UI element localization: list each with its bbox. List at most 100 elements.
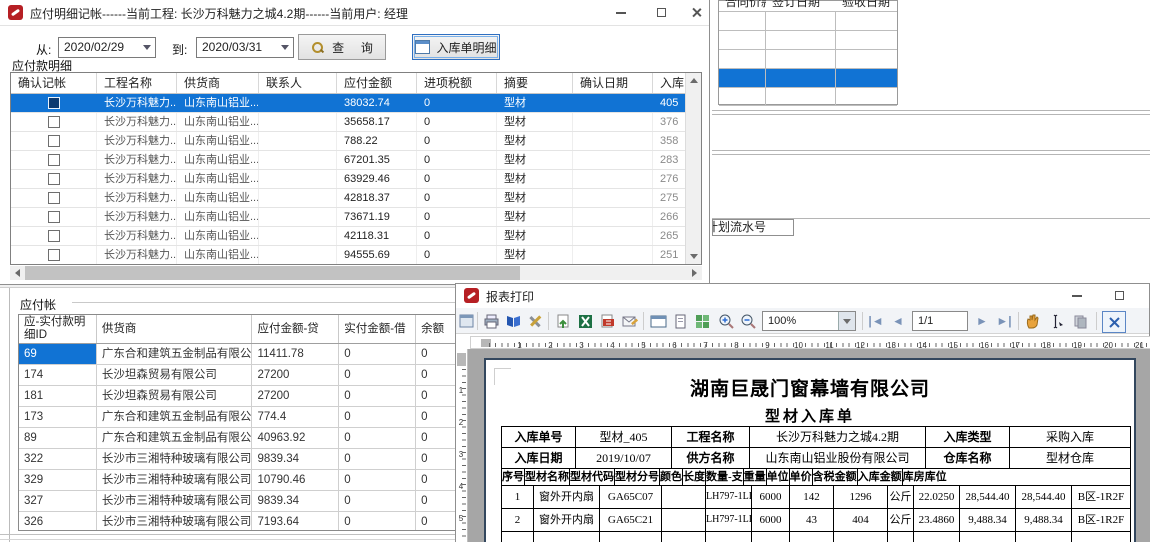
close-button[interactable] (683, 4, 709, 21)
hand-pan-icon[interactable] (1022, 311, 1042, 331)
multi-page-view-icon[interactable] (692, 311, 712, 331)
table-row[interactable]: 329 长沙市三湘特种玻璃有限公司 10790.46 0 0 (19, 470, 455, 491)
table-row[interactable]: 长沙万科魅力... 山东南山铝业... 42818.37 0 型材 275 (11, 189, 688, 208)
summary-cell: 型材 (497, 208, 573, 226)
table-row[interactable]: 长沙万科魅力... 山东南山铝业... 42118.31 0 型材 265 (11, 227, 688, 246)
maximize-button[interactable] (648, 4, 674, 21)
table-row[interactable]: 长沙万科魅力... 山东南山铝业... 73671.19 0 型材 266 (11, 208, 688, 227)
column-header[interactable]: 进项税额 (417, 73, 497, 93)
column-header[interactable]: 应-实付款明细ID (19, 315, 97, 343)
column-header[interactable]: 应付金额-贷 (252, 315, 339, 343)
table-row[interactable] (719, 11, 897, 30)
column-header[interactable]: 供货商 (177, 73, 259, 93)
export-icon[interactable] (553, 311, 573, 331)
previous-page-button[interactable]: ◄ (888, 311, 908, 331)
checkbox[interactable] (48, 173, 60, 185)
table-row[interactable]: 322 长沙市三湘特种玻璃有限公司 9839.34 0 0 (19, 449, 455, 470)
contract-col-header[interactable]: 验收日期 (836, 0, 897, 10)
next-page-button[interactable]: ► (972, 311, 992, 331)
info-label: 入库单号 (502, 427, 576, 447)
table-row[interactable]: 89 广东合和建筑五金制品有限公司 40963.92 0 0 (19, 428, 455, 449)
last-page-button[interactable]: ►| (994, 311, 1014, 331)
checkbox[interactable] (48, 154, 60, 166)
confirm-cell (11, 246, 97, 264)
column-header[interactable]: 工程名称 (97, 73, 177, 93)
minimize-button[interactable] (1064, 287, 1090, 304)
vertical-scrollbar[interactable] (685, 73, 701, 264)
table-row[interactable]: 长沙万科魅力... 山东南山铝业... 788.22 0 型材 358 (11, 132, 688, 151)
first-page-button[interactable]: |◄ (866, 311, 886, 331)
page-number-box[interactable]: 1/1 (912, 311, 968, 331)
table-row[interactable]: 326 长沙市三湘特种玻璃有限公司 7193.64 0 0 (19, 512, 455, 531)
table-row[interactable]: 长沙万科魅力... 山东南山铝业... 67201.35 0 型材 283 (11, 151, 688, 170)
table-row[interactable] (719, 49, 897, 68)
checkbox[interactable] (48, 211, 60, 223)
debit-cell: 0 (339, 365, 416, 385)
zoom-level-combobox[interactable]: 100% (762, 311, 856, 331)
scroll-down-arrow[interactable] (686, 249, 701, 264)
payable-detail-window: 应付明细记帐------当前工程: 长沙万科魅力之城4.2期------当前用户… (0, 0, 710, 285)
table-row[interactable]: 长沙万科魅力... 山东南山铝业... 94555.69 0 型材 251 (11, 246, 688, 265)
column-header[interactable]: 供货商 (97, 315, 253, 343)
zoom-out-icon[interactable] (738, 311, 758, 331)
scrollbar-thumb[interactable] (25, 266, 520, 280)
export-pdf-icon[interactable] (597, 311, 617, 331)
column-header[interactable]: 确认记帐 (11, 73, 97, 93)
close-preview-button[interactable] (1102, 311, 1126, 333)
scroll-up-arrow[interactable] (686, 73, 701, 88)
page-setup-book-icon[interactable] (503, 311, 523, 331)
horizontal-scrollbar[interactable] (10, 266, 702, 280)
column-header[interactable]: 实付金额-借 (339, 315, 416, 343)
column-header[interactable]: 确认日期 (573, 73, 653, 93)
column-header[interactable]: 联系人 (259, 73, 337, 93)
column-header[interactable]: 入库 (653, 73, 688, 93)
export-excel-icon[interactable] (575, 311, 595, 331)
inbound-cell: 275 (653, 189, 688, 207)
single-page-view-icon[interactable] (670, 311, 690, 331)
table-row[interactable]: 181 长沙坦森贸易有限公司 27200 0 0 (19, 386, 455, 407)
column-header[interactable]: 余额 (416, 315, 455, 343)
table-row[interactable]: 174 长沙坦森贸易有限公司 27200 0 0 (19, 365, 455, 386)
window-icon (415, 40, 430, 54)
inbound-detail-button[interactable]: 入库单明细 (412, 34, 500, 60)
table-row[interactable]: 327 长沙市三湘特种玻璃有限公司 9839.34 0 0 (19, 491, 455, 512)
print-preview-area[interactable]: 123456 湖南巨晟门窗幕墙有限公司 型材入库单 入库单号 型材_405 (456, 349, 1150, 542)
minimize-button[interactable] (608, 4, 634, 21)
chevron-down-icon[interactable] (838, 312, 855, 330)
zoom-in-icon[interactable] (716, 311, 736, 331)
contract-col-header[interactable]: 签订日期 (766, 0, 836, 10)
checkbox[interactable] (48, 249, 60, 261)
scroll-left-arrow[interactable] (10, 266, 25, 280)
copy-pages-icon[interactable] (1070, 311, 1090, 331)
table-row[interactable] (719, 87, 897, 106)
print-icon[interactable] (481, 311, 501, 331)
column-header[interactable]: 应付金额 (337, 73, 417, 93)
page-width-view-icon[interactable] (648, 311, 668, 331)
send-mail-icon[interactable] (619, 311, 639, 331)
amount-cell: 38032.74 (337, 94, 417, 112)
maximize-button[interactable] (1106, 287, 1132, 304)
checkbox[interactable] (48, 97, 60, 109)
table-row[interactable]: 173 广东合和建筑五金制品有限公司 774.4 0 0 (19, 407, 455, 428)
column-header[interactable]: 摘要 (497, 73, 573, 93)
scroll-right-arrow[interactable] (687, 266, 702, 280)
checkbox[interactable] (48, 116, 60, 128)
text-select-icon[interactable] (1046, 311, 1066, 331)
table-row[interactable]: 长沙万科魅力... 山东南山铝业... 35658.17 0 型材 376 (11, 113, 688, 132)
table-row[interactable] (719, 30, 897, 49)
checkbox[interactable] (48, 135, 60, 147)
table-row-selected[interactable] (719, 68, 897, 87)
table-row[interactable]: 长沙万科魅力... 山东南山铝业... 38032.74 0 型材 405 (11, 94, 688, 113)
contract-col-header[interactable]: 合同价款 (719, 0, 766, 10)
close-button[interactable] (1142, 287, 1150, 304)
query-button[interactable]: 查 询 (298, 34, 386, 60)
tools-icon[interactable] (525, 311, 545, 331)
from-date-combobox[interactable]: 2020/02/29 (58, 37, 156, 58)
design-view-icon[interactable] (457, 311, 477, 331)
checkbox[interactable] (48, 192, 60, 204)
table-row[interactable]: 长沙万科魅力... 山东南山铝业... 63929.46 0 型材 276 (11, 170, 688, 189)
checkbox[interactable] (48, 230, 60, 242)
to-date-combobox[interactable]: 2020/03/31 (196, 37, 294, 58)
inbound-cell: 376 (653, 113, 688, 131)
table-row[interactable]: 69 广东合和建筑五金制品有限公司 11411.78 0 0 (19, 344, 455, 365)
